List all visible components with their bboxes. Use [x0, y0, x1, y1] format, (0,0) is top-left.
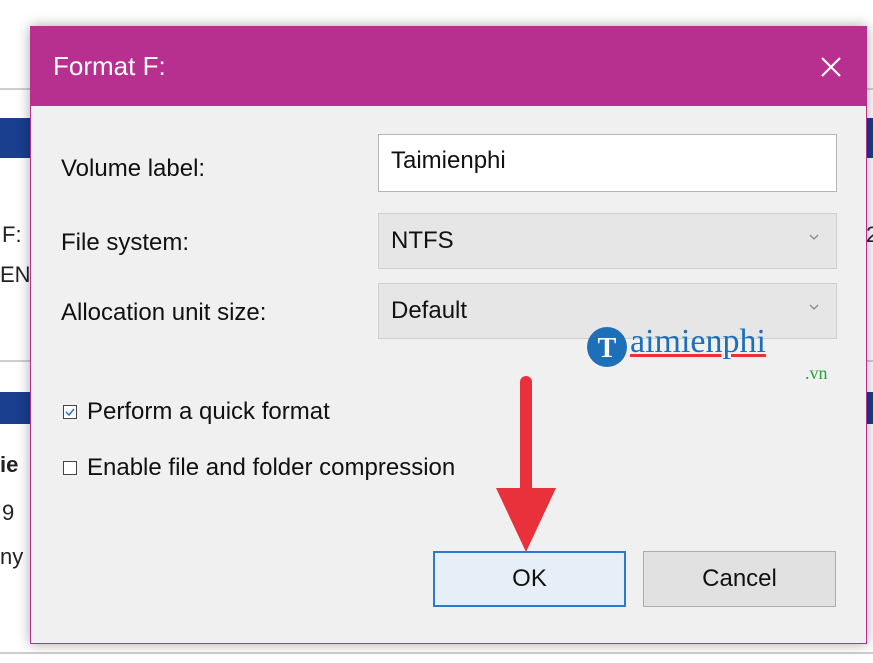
- bg-text: EN: [0, 262, 31, 287]
- bg-text: F:: [2, 222, 22, 247]
- compression-label: Enable file and folder compression: [87, 454, 456, 481]
- svg-text:T: T: [598, 333, 617, 364]
- bg-text: ny: [0, 544, 24, 569]
- allocation-unit-size-value: Default: [391, 297, 468, 324]
- quick-format-option[interactable]: Perform a quick format: [63, 398, 330, 426]
- bg-text: 2: [866, 222, 873, 247]
- allocation-unit-size-label: Allocation unit size:: [61, 299, 267, 326]
- compression-option[interactable]: Enable file and folder compression: [63, 454, 455, 482]
- checkmark-icon: [65, 408, 75, 417]
- bg-divider: [0, 652, 873, 654]
- quick-format-checkbox[interactable]: [63, 405, 77, 419]
- file-system-select[interactable]: NTFS: [378, 213, 837, 269]
- compression-checkbox[interactable]: [63, 461, 77, 475]
- dialog-title: Format F:: [53, 51, 166, 81]
- watermark-suffix: .vn: [805, 363, 828, 383]
- cancel-button[interactable]: Cancel: [643, 551, 836, 607]
- volume-label-label: Volume label:: [61, 155, 206, 182]
- file-system-value: NTFS: [391, 227, 454, 254]
- bg-text: 9: [2, 500, 15, 525]
- close-icon: [821, 56, 841, 77]
- close-button[interactable]: [796, 27, 866, 106]
- annotation-arrow-icon: [496, 376, 556, 552]
- volume-label-input[interactable]: Taimienphi: [378, 134, 837, 192]
- title-bar[interactable]: Format F:: [31, 27, 866, 106]
- watermark-brand: aimienphi: [630, 323, 766, 360]
- watermark-logo: T aimienphi .vn: [553, 295, 853, 390]
- bg-text: ie: [0, 452, 19, 477]
- quick-format-label: Perform a quick format: [87, 398, 330, 425]
- file-system-label: File system:: [61, 229, 190, 256]
- chevron-down-icon: [809, 234, 819, 240]
